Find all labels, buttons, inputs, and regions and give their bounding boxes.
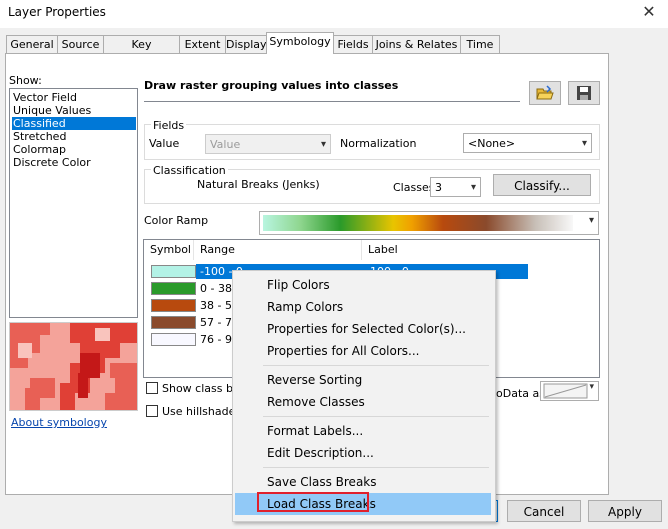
classification-legend: Classification [151,164,228,177]
class-symbol-swatch[interactable] [151,282,196,295]
column-header-range[interactable]: Range [194,240,362,260]
normalization-dropdown[interactable]: <None> ▾ [463,133,592,153]
class-symbol-swatch[interactable] [151,265,196,278]
show-class-breaks-checkbox[interactable] [146,382,158,394]
color-ramp-dropdown[interactable]: ▾ [259,211,599,235]
menu-separator [263,365,489,366]
class-symbol-swatch[interactable] [151,316,196,329]
cancel-button[interactable]: Cancel [507,500,581,522]
list-item[interactable]: Stretched [12,130,136,143]
value-field-value: Value [210,138,241,151]
class-symbol-swatch[interactable] [151,299,196,312]
classification-method: Natural Breaks (Jenks) [197,178,320,191]
classes-value: 3 [435,181,442,194]
save-button[interactable] [568,81,600,105]
tab-key-metadata[interactable]: Key Metadata [103,35,180,68]
menu-item-remove-classes[interactable]: Remove Classes [235,391,491,413]
class-symbol-swatch[interactable] [151,333,196,346]
list-item[interactable]: Vector Field [12,91,136,104]
menu-separator [263,416,489,417]
chevron-down-icon: ▾ [588,215,594,226]
tab-time[interactable]: Time [460,35,500,53]
menu-item-properties-selected-colors[interactable]: Properties for Selected Color(s)... [235,318,491,340]
highlight-callout-box [257,492,369,512]
window-title: Layer Properties [8,5,106,19]
color-ramp-preview [263,215,573,231]
menu-item-flip-colors[interactable]: Flip Colors [235,274,491,296]
chevron-down-icon: ▾ [589,382,594,392]
tab-extent[interactable]: Extent [179,35,226,53]
color-ramp-label: Color Ramp [144,214,209,227]
menu-item-format-labels[interactable]: Format Labels... [235,420,491,442]
class-range[interactable]: 0 - 38 [200,281,232,296]
menu-item-load-class-breaks[interactable]: Load Class Breaks [235,492,491,515]
list-item[interactable]: Colormap [12,143,136,156]
tab-general[interactable]: General [6,35,58,53]
renderer-description: Draw raster grouping values into classes [144,79,520,102]
list-item[interactable]: Discrete Color [12,156,136,169]
tab-source[interactable]: Source [57,35,104,53]
menu-separator [263,467,489,468]
tab-display[interactable]: Display [225,35,267,53]
chevron-down-icon: ▾ [581,138,587,149]
show-label: Show: [9,74,42,87]
chevron-down-icon: ▾ [470,182,476,193]
no-color-swatch-icon [543,383,588,399]
use-hillshade-checkbox[interactable] [146,405,158,417]
value-label: Value [149,137,180,150]
menu-item-save-class-breaks[interactable]: Save Class Breaks [235,471,491,493]
menu-item-ramp-colors[interactable]: Ramp Colors [235,296,491,318]
symbology-preview-image [9,322,138,411]
normalization-label: Normalization [340,137,417,150]
tab-fields[interactable]: Fields [333,35,373,53]
classes-label: Classes [393,181,435,194]
tab-symbology[interactable]: Symbology [266,32,334,54]
classes-dropdown[interactable]: 3 ▾ [430,177,481,197]
value-field-dropdown: Value ▾ [205,134,331,154]
fields-legend: Fields [151,119,187,132]
chevron-down-icon: ▾ [320,139,326,150]
floppy-disk-icon [577,86,591,100]
list-item-selected[interactable]: Classified [12,117,136,130]
open-folder-button[interactable] [529,81,561,105]
list-item[interactable]: Unique Values [12,104,136,117]
close-icon[interactable]: ✕ [637,2,661,22]
column-header-symbol[interactable]: Symbol [144,240,194,260]
apply-button[interactable]: Apply [588,500,662,522]
color-context-menu: Flip Colors Ramp Colors Properties for S… [232,270,496,522]
about-symbology-link[interactable]: About symbology [11,416,107,429]
column-header-label[interactable]: Label [362,240,598,260]
menu-item-properties-all-colors[interactable]: Properties for All Colors... [235,340,491,362]
nodata-label: oData as [496,387,545,400]
menu-item-reverse-sorting[interactable]: Reverse Sorting [235,369,491,391]
renderer-list[interactable]: Vector Field Unique Values Classified St… [9,88,138,318]
classify-button[interactable]: Classify... [493,174,591,196]
nodata-color-picker[interactable]: ▾ [540,381,599,401]
folder-icon [536,85,554,100]
tab-joins-relates[interactable]: Joins & Relates [372,35,461,53]
normalization-value: <None> [468,137,516,150]
menu-item-edit-description[interactable]: Edit Description... [235,442,491,464]
